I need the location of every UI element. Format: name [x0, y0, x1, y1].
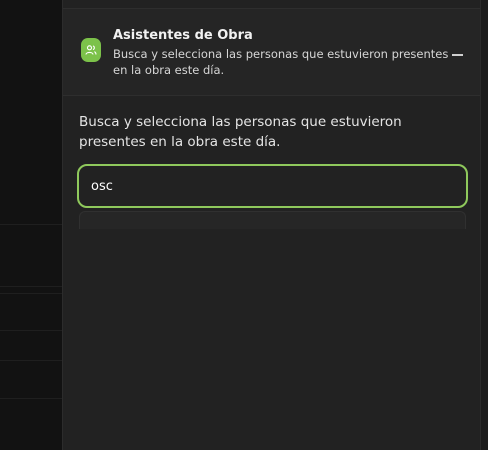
side-panel: Asistentes de Obra Busca y selecciona la… [62, 0, 481, 450]
section-description: Busca y selecciona las personas que estu… [79, 114, 402, 150]
section-title: Asistentes de Obra [113, 28, 253, 43]
section-header[interactable]: Asistentes de Obra Busca y selecciona la… [63, 8, 481, 96]
collapse-button[interactable] [449, 49, 465, 61]
attendee-search-input[interactable] [77, 164, 468, 208]
minus-icon [451, 54, 463, 56]
scrollbar-edge [480, 0, 488, 450]
screen: Asistentes de Obra Busca y selecciona la… [0, 0, 488, 450]
users-icon [81, 38, 101, 62]
background-overlay [0, 0, 62, 450]
search-results-dropdown[interactable] [79, 211, 466, 229]
section-subtitle: Busca y selecciona las personas que estu… [113, 47, 449, 77]
